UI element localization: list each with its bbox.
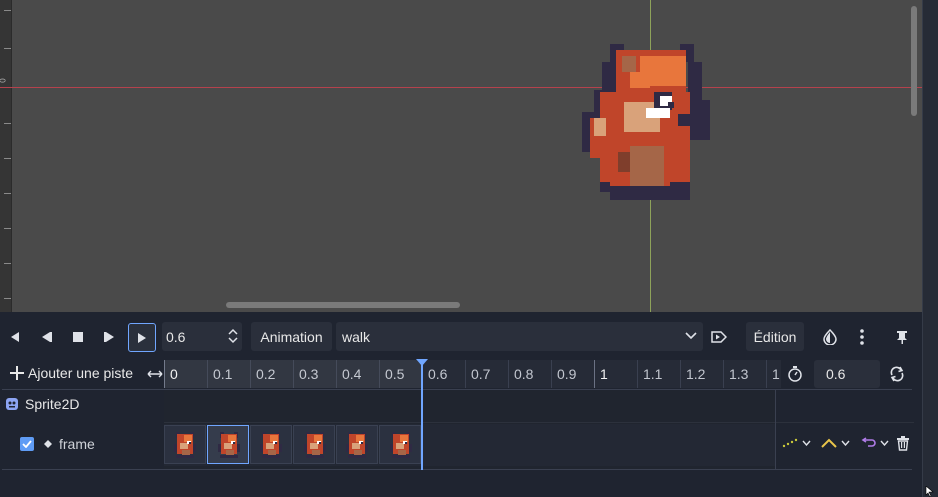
pin-panel-button[interactable]: [889, 323, 915, 351]
animation-menu-label: Animation: [260, 328, 323, 345]
interpolation-mode-dropdown[interactable]: [821, 438, 850, 448]
ruler-tick: 1.2: [680, 360, 723, 388]
animation-selected-value: walk: [342, 328, 371, 345]
track-enabled-checkbox[interactable]: [20, 437, 34, 451]
edit-menu-button[interactable]: Édition: [746, 322, 804, 351]
skip-back-icon: [42, 332, 52, 342]
fox-frame-thumbnail: [174, 431, 196, 458]
onion-skin-icon: [823, 329, 837, 345]
animation-select[interactable]: walk: [336, 322, 703, 351]
chevron-down-icon: [802, 440, 811, 446]
loop-toggle-button[interactable]: [889, 366, 905, 387]
animation-toolbar: 0.6 Animation walk Édition: [0, 318, 922, 356]
autoplay-icon: [711, 331, 727, 343]
ruler-tick: 0.9: [551, 360, 594, 388]
add-track-area: Ajouter une piste: [0, 360, 164, 388]
chevron-down-icon: [685, 332, 697, 340]
ruler-label: 0: [0, 78, 8, 82]
fox-sprite[interactable]: [580, 42, 712, 202]
mouse-cursor-icon: [925, 486, 934, 497]
spinner-arrows-icon[interactable]: [228, 328, 238, 344]
play-from-start-button[interactable]: [97, 323, 123, 351]
canvas-viewport[interactable]: 0: [0, 0, 922, 312]
fox-frame-thumbnail: [346, 431, 368, 458]
node-group-header[interactable]: Sprite2D: [5, 396, 79, 412]
autoplay-on-load-button[interactable]: [706, 323, 732, 351]
animation-menu-button[interactable]: Animation: [251, 322, 332, 351]
fox-frame-thumbnail: [304, 431, 326, 458]
pin-icon: [897, 331, 907, 344]
stop-icon: [73, 332, 83, 342]
keyframe[interactable]: [164, 425, 206, 464]
ruler-tick: 1.1: [637, 360, 680, 388]
edit-menu-label: Édition: [753, 328, 797, 345]
animation-range: [164, 360, 422, 388]
ruler-tick: 0.8: [508, 360, 551, 388]
chevron-down-icon: [841, 440, 850, 446]
keyframe[interactable]: [250, 425, 292, 464]
delete-track-button[interactable]: [896, 436, 910, 456]
ruler-tick: 0.6: [422, 360, 465, 388]
update-mode-dropdown[interactable]: [782, 438, 811, 448]
update-mode-icon: [782, 438, 798, 448]
play-backwards-button[interactable]: [2, 323, 28, 351]
vertical-ruler: 0: [0, 0, 12, 312]
keyframe[interactable]: [379, 425, 421, 464]
more-options-button[interactable]: [849, 323, 875, 351]
current-time-field[interactable]: 0.6: [162, 322, 242, 351]
add-track-label: Ajouter une piste: [28, 365, 134, 381]
chevron-down-icon: [880, 440, 889, 446]
sprite2d-icon: [6, 398, 18, 410]
play-backwards-icon: [11, 332, 19, 342]
loop-icon: [890, 366, 904, 382]
length-timer-button[interactable]: [787, 365, 803, 388]
keyframe[interactable]: [336, 425, 378, 464]
kebab-menu-icon: [860, 329, 864, 345]
x-axis-line: [0, 87, 922, 88]
playhead-line[interactable]: [421, 362, 423, 470]
ruler-tick: 1: [594, 360, 637, 388]
plus-icon: [10, 366, 24, 380]
timeline-zoom-icon[interactable]: [147, 369, 163, 379]
animation-length-value: 0.6: [826, 366, 846, 382]
ruler-tick: 1.3: [723, 360, 766, 388]
track-name: frame: [59, 436, 95, 452]
keyframe[interactable]: [207, 425, 249, 464]
horizontal-scrollbar[interactable]: [226, 302, 460, 308]
ruler-tick: 0.7: [465, 360, 508, 388]
track-header[interactable]: frame: [20, 436, 95, 452]
play-icon: [138, 332, 146, 343]
animation-length-field[interactable]: 0.6: [814, 360, 880, 388]
timer-icon: [788, 366, 802, 382]
loop-wrap-icon: [861, 437, 876, 447]
current-time-value: 0.6: [166, 328, 186, 345]
add-track-button[interactable]: Ajouter une piste: [10, 365, 133, 381]
play-backwards-from-end-button[interactable]: [33, 323, 59, 351]
stop-button[interactable]: [65, 323, 91, 351]
separator: [2, 469, 912, 470]
fox-frame-thumbnail: [390, 431, 412, 458]
fox-frame-thumbnail: [260, 431, 282, 458]
node-name: Sprite2D: [25, 396, 80, 412]
play-button[interactable]: [128, 323, 156, 352]
right-edge-panel: [922, 0, 938, 497]
interpolation-icon: [821, 438, 837, 448]
keyframe[interactable]: [293, 425, 335, 464]
vertical-scrollbar[interactable]: [911, 6, 917, 116]
playhead-handle[interactable]: [416, 359, 428, 367]
track-tools: [775, 390, 916, 470]
loop-wrap-mode-dropdown[interactable]: [860, 437, 889, 449]
property-track-icon: [44, 440, 52, 448]
checkmark-icon: [22, 440, 32, 448]
skip-forward-icon: [104, 332, 114, 342]
trash-icon: [897, 436, 909, 451]
fox-frame-thumbnail: [218, 431, 240, 458]
onion-skinning-button[interactable]: [817, 323, 843, 351]
